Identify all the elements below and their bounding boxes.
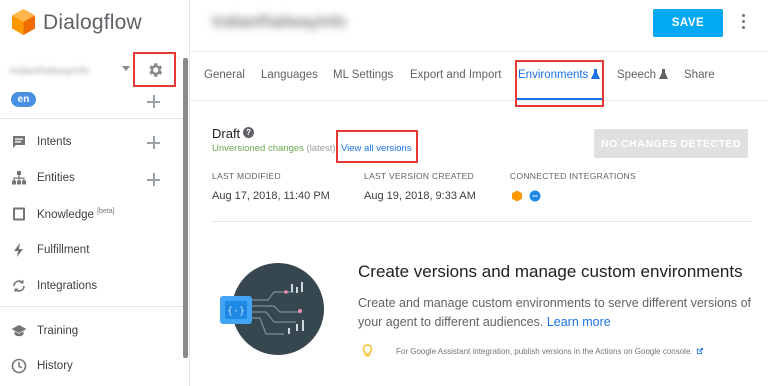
save-button[interactable]: SAVE xyxy=(653,9,723,37)
sidebar-item-knowledge[interactable]: Knowledge [beta] xyxy=(0,202,180,226)
svg-text:{·}: {·} xyxy=(227,306,245,317)
sidebar-item-label: Knowledge [beta] xyxy=(37,208,115,221)
last-version-label: LAST VERSION CREATED xyxy=(364,171,475,181)
view-all-versions-link[interactable]: View all versions xyxy=(341,143,412,154)
external-link-icon xyxy=(696,348,703,355)
no-changes-button: NO CHANGES DETECTED xyxy=(594,129,748,158)
tab-share[interactable]: Share xyxy=(684,69,715,81)
chat-bubble-icon xyxy=(13,136,25,148)
sidebar: Dialogflow IndianRailwayInfo en Intents xyxy=(0,0,190,386)
divider xyxy=(0,118,188,119)
environments-tab-highlight xyxy=(515,60,604,107)
gear-icon[interactable] xyxy=(146,61,164,79)
dialogflow-integration-icon[interactable] xyxy=(511,190,523,202)
dialogflow-logo-icon xyxy=(12,9,35,35)
sidebar-item-label: History xyxy=(37,360,73,372)
note-text: For Google Assistant integration, publis… xyxy=(396,347,693,356)
sidebar-item-label: Integrations xyxy=(37,280,98,292)
clock-icon xyxy=(11,358,27,374)
environments-illustration: {·} xyxy=(220,263,324,355)
lightbulb-icon xyxy=(362,344,373,357)
sidebar-scrollbar[interactable] xyxy=(183,58,188,358)
book-icon xyxy=(13,207,25,221)
latest-label: (latest) xyxy=(306,143,336,154)
tab-ml-settings[interactable]: ML Settings xyxy=(333,69,393,81)
logo-text: Dialogflow xyxy=(43,10,142,34)
dialogflow-logo[interactable]: Dialogflow xyxy=(10,8,142,37)
sidebar-item-label: Fulfillment xyxy=(37,244,90,256)
sidebar-item-label: Intents xyxy=(37,136,72,148)
last-modified-value: Aug 17, 2018, 11:40 PM xyxy=(212,190,330,202)
draft-title: Draft xyxy=(212,126,241,141)
add-entity-icon[interactable] xyxy=(147,173,160,186)
tab-general[interactable]: General xyxy=(204,69,245,81)
sidebar-item-fulfillment[interactable]: Fulfillment xyxy=(0,238,180,262)
tab-speech[interactable]: Speech xyxy=(617,69,669,81)
actions-on-google-note[interactable]: For Google Assistant integration, publis… xyxy=(396,347,703,356)
sidebar-item-training[interactable]: Training xyxy=(0,319,180,343)
page-title: IndianRailwayInfo xyxy=(212,12,347,31)
sidebar-item-history[interactable]: History xyxy=(0,354,180,378)
connected-integrations-label: CONNECTED INTEGRATIONS xyxy=(510,171,636,181)
caret-down-icon xyxy=(122,66,130,71)
dialogflow-app: Dialogflow IndianRailwayInfo en Intents xyxy=(0,0,768,386)
top-bar: IndianRailwayInfo SAVE xyxy=(190,0,768,52)
flask-icon xyxy=(659,69,669,79)
add-language-icon[interactable] xyxy=(147,95,160,108)
tab-languages[interactable]: Languages xyxy=(261,69,318,81)
sidebar-item-label: Entities xyxy=(37,172,75,184)
tab-export-import[interactable]: Export and Import xyxy=(410,69,501,81)
tab-speech-label: Speech xyxy=(617,69,657,81)
unversioned-label: Unversioned changes xyxy=(212,143,304,154)
more-options-icon[interactable] xyxy=(741,14,747,31)
sidebar-item-label: Training xyxy=(37,325,79,337)
agent-selector[interactable]: IndianRailwayInfo xyxy=(10,62,132,80)
agent-name: IndianRailwayInfo xyxy=(10,65,89,77)
learn-more-link[interactable]: Learn more xyxy=(547,315,611,329)
last-version-value: Aug 19, 2018, 9:33 AM xyxy=(364,190,476,202)
language-badge[interactable]: en xyxy=(11,92,36,107)
sync-icon xyxy=(13,279,25,293)
messenger-icon[interactable] xyxy=(529,190,541,202)
graduation-cap-icon xyxy=(11,325,27,337)
promo-title: Create versions and manage custom enviro… xyxy=(358,262,743,281)
settings-tabs: General Languages ML Settings Export and… xyxy=(190,53,768,107)
promo-body: Create and manage custom environments to… xyxy=(358,294,753,332)
knowledge-label: Knowledge xyxy=(37,208,94,221)
beta-badge: [beta] xyxy=(97,207,115,215)
unversioned-changes: Unversioned changes (latest) xyxy=(212,143,336,154)
add-intent-icon[interactable] xyxy=(147,136,160,149)
bolt-icon xyxy=(14,243,23,257)
help-icon[interactable]: ? xyxy=(243,127,254,138)
divider xyxy=(0,306,188,307)
sidebar-item-integrations[interactable]: Integrations xyxy=(0,274,180,298)
last-modified-label: LAST MODIFIED xyxy=(212,171,281,181)
sitemap-icon xyxy=(12,171,26,185)
content-divider xyxy=(212,221,752,222)
agent-settings-highlight xyxy=(133,52,176,87)
